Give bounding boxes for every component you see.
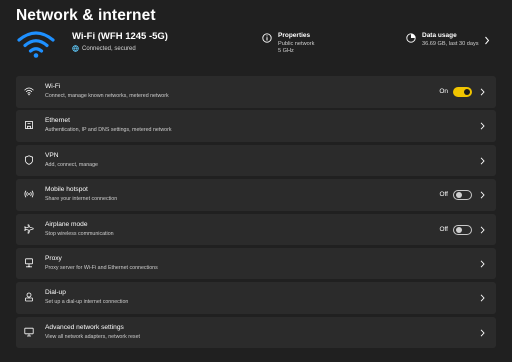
settings-item-mobile-hotspot[interactable]: Mobile hotspot Share your internet conne…: [16, 179, 496, 211]
hotspot-icon: [24, 190, 34, 198]
item-description: Proxy server for Wi-Fi and Ethernet conn…: [45, 264, 158, 271]
item-title: Proxy: [45, 254, 62, 262]
toggle-state-label: On: [439, 88, 448, 95]
data-usage-title: Data usage: [422, 32, 457, 39]
properties-title: Properties: [278, 32, 311, 39]
item-description: Connect, manage known networks, metered …: [45, 93, 169, 99]
settings-item-advanced-network[interactable]: Advanced network settings View all netwo…: [16, 316, 496, 349]
shield-icon: [25, 155, 33, 165]
connection-summary: Wi-Fi (WFH 1245 -5G) Connected, secured …: [16, 30, 496, 60]
settings-item-ethernet[interactable]: Ethernet Authentication, IP and DNS sett…: [16, 110, 496, 142]
dialup-icon: [25, 292, 33, 302]
settings-item-dial-up[interactable]: Dial-up Set up a dial-up internet connec…: [16, 282, 496, 314]
item-description: Add, connect, manage: [45, 161, 99, 168]
item-title: Wi-Fi: [45, 83, 61, 90]
chevron-right-icon: [480, 294, 485, 302]
chevron-right-icon: [480, 122, 485, 130]
item-title: VPN: [45, 151, 59, 159]
toggle-state-label: Off: [439, 191, 448, 199]
data-usage-detail: 36.69 GB, last 30 days: [422, 41, 479, 47]
item-title: Dial-up: [45, 289, 66, 297]
properties-network-type: Public network: [278, 41, 315, 47]
chevron-right-icon: [480, 260, 485, 268]
item-title: Mobile hotspot: [45, 186, 88, 194]
globe-icon: [72, 45, 79, 52]
network-name: Wi-Fi (WFH 1245 -5G): [72, 31, 168, 42]
item-description: Set up a dial-up internet connection: [45, 299, 129, 306]
chevron-right-icon: [480, 329, 485, 337]
settings-item-vpn[interactable]: VPN Add, connect, manage: [16, 144, 496, 177]
data-usage-link[interactable]: Data usage 36.69 GB, last 30 days: [406, 32, 479, 48]
item-description: Share your internet connection: [45, 196, 118, 203]
item-title: Advanced network settings: [45, 323, 124, 331]
wifi-icon: [24, 87, 34, 96]
wifi-large-icon: [17, 31, 55, 58]
page-title: Network & internet: [16, 7, 156, 24]
item-description: Stop wireless communication: [45, 230, 114, 237]
mobile-hotspot-toggle[interactable]: [453, 190, 472, 201]
monitor-icon: [24, 327, 34, 337]
ethernet-icon: [25, 121, 33, 130]
airplane-icon: [24, 224, 34, 234]
info-icon: [262, 33, 272, 43]
item-description: Authentication, IP and DNS settings, met…: [45, 127, 172, 134]
item-title: Airplane mode: [45, 220, 88, 228]
properties-band: 5 GHz: [278, 48, 294, 54]
properties-link[interactable]: Properties Public network 5 GHz: [262, 32, 314, 55]
item-title: Ethernet: [45, 117, 70, 125]
chevron-right-icon: [480, 157, 485, 165]
toggle-knob: [464, 89, 470, 95]
chevron-right-icon: [480, 226, 485, 234]
settings-item-airplane-mode[interactable]: Airplane mode Stop wireless communicatio…: [16, 213, 496, 246]
toggle-state-label: Off: [439, 225, 448, 233]
settings-list: Wi-Fi Connect, manage known networks, me…: [16, 76, 496, 351]
proxy-icon: [25, 258, 33, 268]
airplane-mode-toggle[interactable]: [453, 224, 472, 235]
toggle-knob: [456, 226, 462, 233]
connection-status-text: Connected, secured: [82, 45, 136, 52]
data-usage-icon: [406, 33, 416, 43]
chevron-right-icon[interactable]: [484, 36, 490, 45]
chevron-right-icon: [480, 88, 485, 96]
item-description: View all network adapters, network reset: [45, 333, 140, 340]
chevron-right-icon: [480, 191, 485, 199]
settings-item-wifi[interactable]: Wi-Fi Connect, manage known networks, me…: [16, 76, 496, 108]
toggle-knob: [456, 192, 462, 199]
wifi-toggle[interactable]: [453, 87, 472, 97]
settings-item-proxy[interactable]: Proxy Proxy server for Wi-Fi and Etherne…: [16, 247, 496, 280]
connection-status: Connected, secured: [72, 45, 136, 52]
